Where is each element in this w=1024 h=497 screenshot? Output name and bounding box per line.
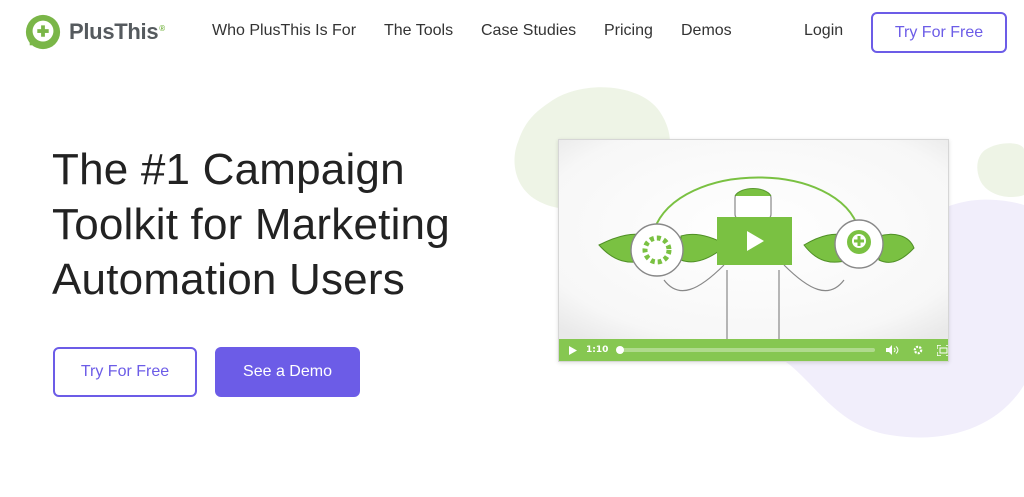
- nav-link-who-plusthis-is-for[interactable]: Who PlusThis Is For: [212, 22, 356, 40]
- nav-try-free-button[interactable]: Try For Free: [871, 12, 1007, 53]
- plusthis-logo-icon: [25, 14, 61, 50]
- video-controls-bar: 1:10: [559, 339, 948, 361]
- top-nav: PlusThis® Who PlusThis Is For The Tools …: [0, 0, 1024, 64]
- hero-heading-line-3: Automation Users: [52, 255, 405, 304]
- brand-name: PlusThis®: [69, 19, 165, 44]
- nav-link-pricing[interactable]: Pricing: [604, 22, 653, 40]
- control-play-icon[interactable]: [568, 345, 578, 355]
- video-play-button[interactable]: [717, 217, 792, 265]
- video-progress-track[interactable]: [616, 346, 876, 354]
- volume-icon[interactable]: [886, 344, 900, 356]
- play-icon: [746, 231, 764, 251]
- hero-heading: The #1 Campaign Toolkit for Marketing Au…: [52, 142, 492, 307]
- see-demo-button[interactable]: See a Demo: [215, 347, 360, 397]
- video-time: 1:10: [585, 345, 609, 355]
- nav-link-demos[interactable]: Demos: [681, 22, 732, 40]
- brand-logo[interactable]: PlusThis®: [24, 12, 165, 52]
- video-player[interactable]: 1:10: [558, 139, 949, 362]
- nav-link-the-tools[interactable]: The Tools: [384, 22, 453, 40]
- video-progress-handle[interactable]: [616, 346, 625, 354]
- hero-heading-line-2: Toolkit for Marketing: [52, 200, 450, 249]
- settings-icon[interactable]: [912, 344, 924, 356]
- hero-heading-line-1: The #1 Campaign: [52, 145, 405, 194]
- nav-link-case-studies[interactable]: Case Studies: [481, 22, 576, 40]
- fullscreen-icon[interactable]: [936, 344, 948, 356]
- hero-try-free-button[interactable]: Try For Free: [53, 347, 197, 397]
- login-link[interactable]: Login: [804, 22, 843, 40]
